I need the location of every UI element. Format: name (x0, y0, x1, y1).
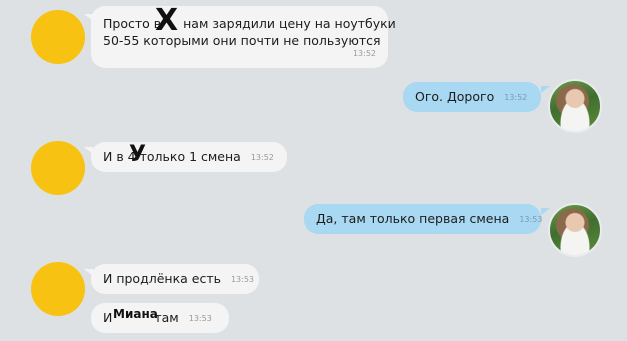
message-bubble-incoming[interactable]: И продлёнка есть 13:53 (91, 264, 259, 294)
redaction-mark: Миана (113, 307, 158, 321)
message-text: Ого. Дорого (415, 89, 495, 104)
contact-avatar[interactable] (31, 141, 85, 195)
redaction-mark: X (155, 3, 179, 38)
message-time: 13:53 (519, 215, 543, 224)
bubble-tail (541, 86, 550, 93)
message-text-line2: 50-55 которыми они почти не пользуются (103, 33, 381, 48)
user-avatar[interactable] (548, 79, 602, 133)
message-time: 13:52 (250, 153, 274, 162)
message-text: Да, там только первая смена (316, 211, 510, 226)
message-time: 13:52 (504, 93, 528, 102)
message-time: 13:53 (188, 314, 212, 323)
user-avatar[interactable] (548, 203, 602, 257)
redaction-mark: У (129, 142, 146, 167)
message-bubble-incoming[interactable]: Итам 13:53 Миана (91, 303, 229, 333)
message-bubble-incoming[interactable]: Просто в нам зарядили цену на ноутбуки 50… (91, 3, 396, 68)
message-time: 13:52 (352, 49, 376, 58)
message-bubble-incoming[interactable]: И в 4 только 1 смена 13:52 У (91, 142, 287, 172)
message-bubble-outgoing[interactable]: Да, там только первая смена 13:53 (304, 204, 543, 234)
contact-avatar[interactable] (31, 262, 85, 316)
message-bubble-outgoing[interactable]: Ого. Дорого 13:52 (403, 82, 541, 112)
message-text: И (103, 310, 113, 325)
contact-avatar[interactable] (31, 10, 85, 64)
message-time: 13:53 (230, 275, 255, 284)
message-text: И продлёнка есть (103, 271, 221, 286)
bubble-tail (541, 208, 550, 215)
message-text: Просто в нам зарядили цену на ноутбуки (103, 16, 396, 31)
